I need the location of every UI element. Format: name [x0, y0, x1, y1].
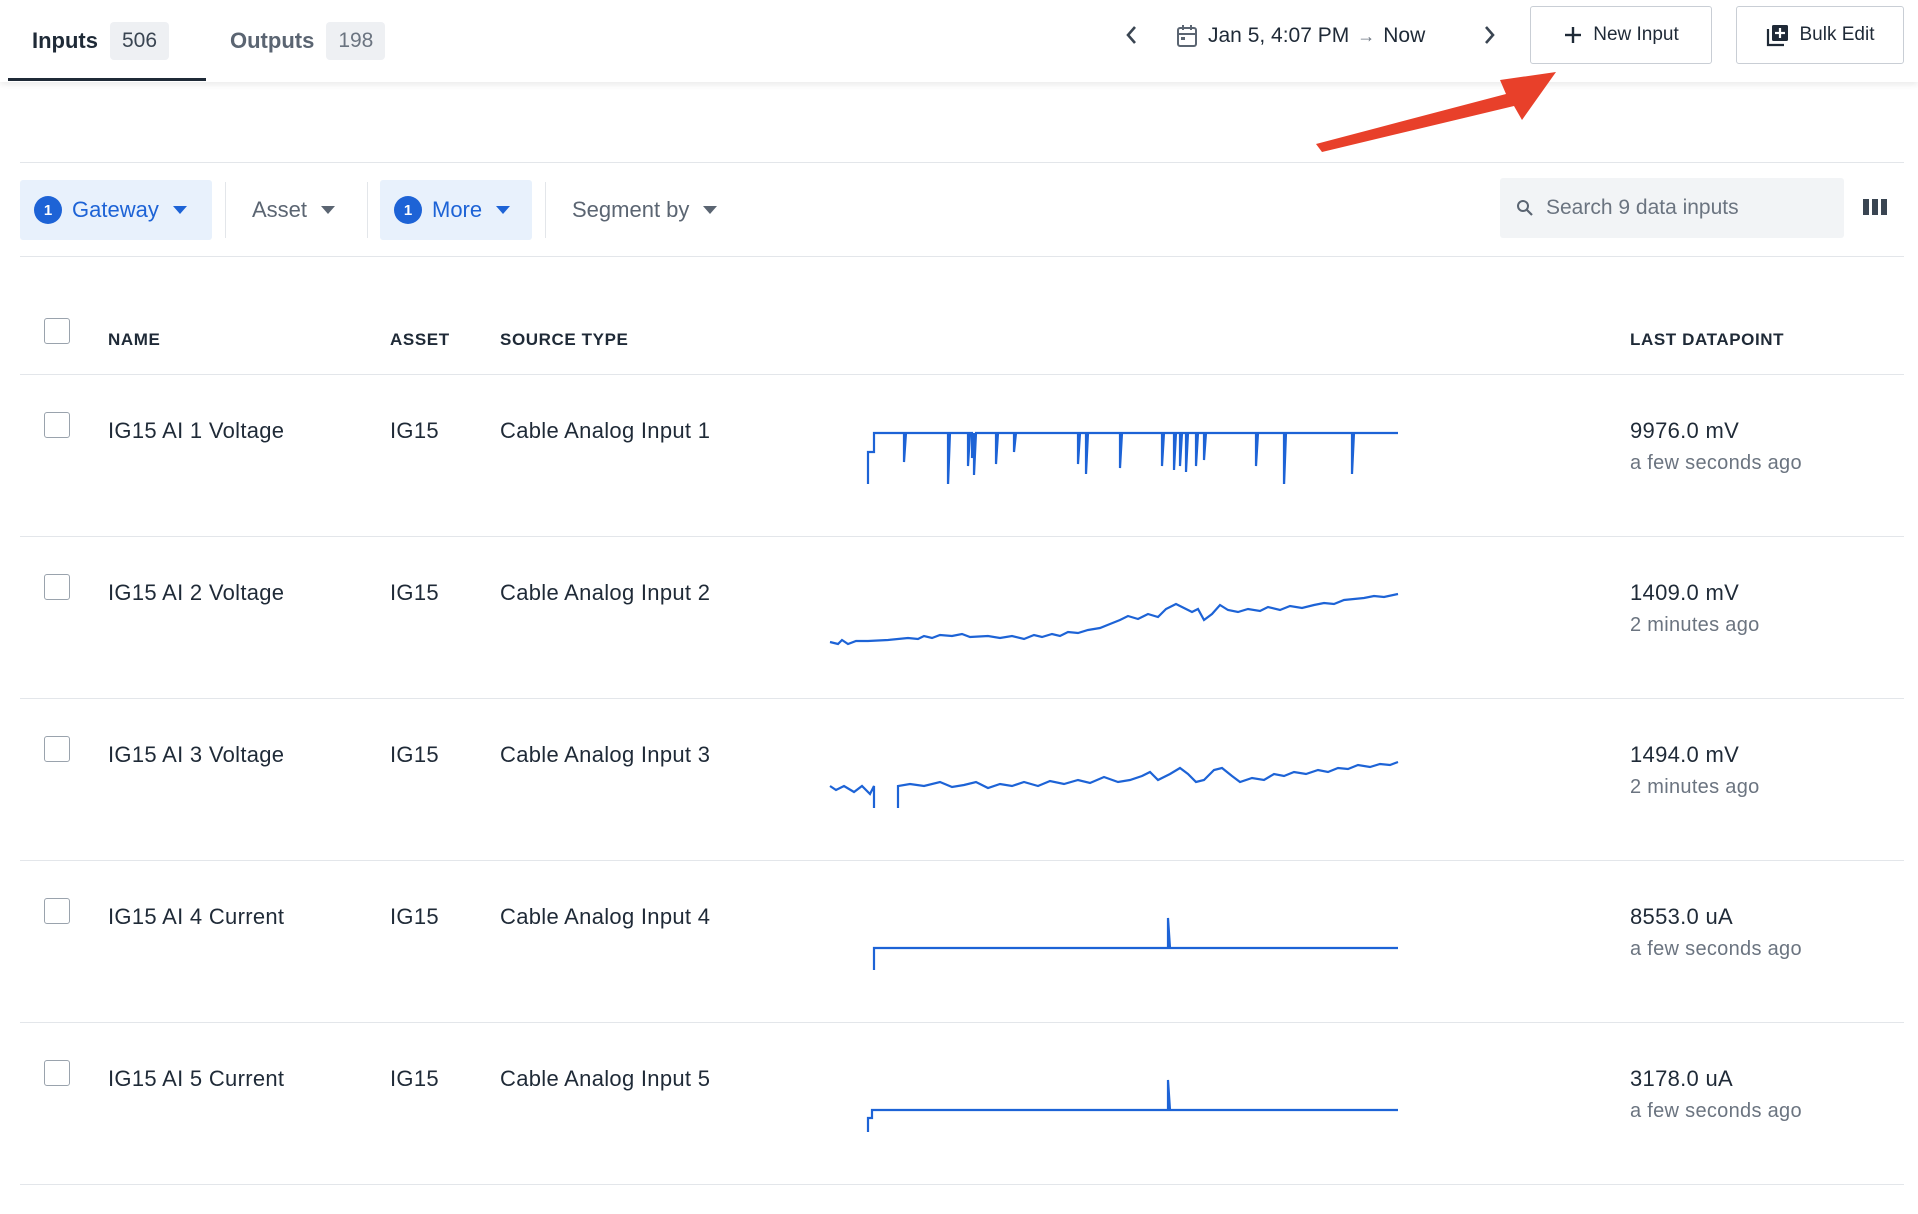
- row-last-time: 2 minutes ago: [1630, 776, 1760, 798]
- row-name[interactable]: IG15 AI 5 Current: [108, 1066, 284, 1092]
- columns-icon[interactable]: [1862, 196, 1888, 218]
- tab-inputs-label: Inputs: [32, 28, 98, 53]
- more-filter-badge: 1: [394, 196, 422, 224]
- sparkline-chart: [866, 431, 1398, 484]
- caret-down-icon: [321, 206, 336, 214]
- row-source-type: Cable Analog Input 2: [500, 580, 711, 605]
- row-name[interactable]: IG15 AI 1 Voltage: [108, 418, 284, 444]
- row-checkbox[interactable]: [44, 898, 70, 924]
- row-asset: IG15: [390, 580, 439, 605]
- tab-inputs-count: 506: [110, 22, 170, 60]
- column-header-source-type[interactable]: SOURCE TYPE: [500, 330, 628, 350]
- date-range-end: Now: [1383, 24, 1426, 47]
- divider: [367, 182, 368, 238]
- row-source-type: Cable Analog Input 5: [500, 1066, 711, 1091]
- previous-range-button[interactable]: [1115, 18, 1149, 52]
- more-filter-label: More: [432, 197, 483, 222]
- arrow-right-icon: →: [1357, 25, 1376, 46]
- divider: [20, 162, 1904, 163]
- table-row[interactable]: IG15 AI 5 Current IG15 Cable Analog Inpu…: [0, 1024, 1918, 1186]
- asset-filter-label: Asset: [252, 197, 308, 222]
- select-all-checkbox[interactable]: [44, 318, 70, 344]
- table-row[interactable]: IG15 AI 1 Voltage IG15 Cable Analog Inpu…: [0, 376, 1918, 538]
- tab-outputs[interactable]: Outputs 198: [230, 0, 386, 82]
- search-icon: [1517, 200, 1533, 216]
- row-asset: IG15: [390, 742, 439, 767]
- divider: [20, 374, 1904, 375]
- table-row[interactable]: IG15 AI 3 Voltage IG15 Cable Analog Inpu…: [0, 700, 1918, 862]
- row-source-type: Cable Analog Input 4: [500, 904, 711, 929]
- row-last-time: a few seconds ago: [1630, 452, 1802, 474]
- table-row[interactable]: IG15 AI 4 Current IG15 Cable Analog Inpu…: [0, 862, 1918, 1024]
- top-bar: Inputs 506 Outputs 198 Jan 5, 4:07 PM → …: [0, 0, 1918, 82]
- tab-outputs-count: 198: [326, 22, 386, 60]
- search-box[interactable]: [1500, 178, 1844, 238]
- row-name[interactable]: IG15 AI 4 Current: [108, 904, 284, 930]
- column-header-last-datapoint[interactable]: LAST DATAPOINT: [1630, 330, 1784, 350]
- row-last-value: 8553.0 uA: [1630, 904, 1734, 929]
- active-tab-indicator: [8, 78, 206, 81]
- search-input[interactable]: [1546, 196, 1826, 220]
- row-checkbox[interactable]: [44, 1060, 70, 1086]
- segment-by-filter[interactable]: Segment by: [558, 180, 731, 240]
- bulk-edit-button[interactable]: Bulk Edit: [1736, 6, 1904, 64]
- divider: [20, 1184, 1904, 1185]
- row-name[interactable]: IG15 AI 2 Voltage: [108, 580, 284, 606]
- calendar-icon: [1177, 25, 1197, 47]
- row-last-value: 1494.0 mV: [1630, 742, 1740, 767]
- row-last-time: 2 minutes ago: [1630, 614, 1760, 636]
- row-last-value: 3178.0 uA: [1630, 1066, 1734, 1091]
- row-asset: IG15: [390, 1066, 439, 1091]
- row-checkbox[interactable]: [44, 574, 70, 600]
- row-checkbox[interactable]: [44, 412, 70, 438]
- bulk-edit-icon: [1766, 25, 1788, 47]
- chevron-right-icon: [1485, 26, 1495, 44]
- gateway-filter-label: Gateway: [72, 197, 159, 222]
- next-range-button[interactable]: [1472, 18, 1506, 52]
- caret-down-icon: [172, 206, 187, 214]
- caret-down-icon: [496, 206, 511, 214]
- tab-outputs-label: Outputs: [230, 28, 315, 53]
- gateway-filter-badge: 1: [34, 196, 62, 224]
- caret-down-icon: [703, 206, 718, 214]
- more-filter[interactable]: 1 More: [380, 180, 532, 240]
- chevron-left-icon: [1126, 26, 1136, 44]
- divider: [20, 536, 1904, 537]
- column-header-asset[interactable]: ASSET: [390, 330, 450, 350]
- row-last-time: a few seconds ago: [1630, 1100, 1802, 1122]
- row-last-value: 9976.0 mV: [1630, 418, 1740, 443]
- sparkline-chart: [829, 592, 1399, 646]
- sparkline-chart: [866, 1079, 1398, 1132]
- new-input-label: New Input: [1593, 24, 1679, 45]
- row-source-type: Cable Analog Input 1: [500, 418, 711, 443]
- row-asset: IG15: [390, 904, 439, 929]
- column-header-name[interactable]: NAME: [108, 330, 160, 350]
- bulk-edit-label: Bulk Edit: [1799, 24, 1875, 45]
- divider: [545, 182, 546, 238]
- divider: [20, 860, 1904, 861]
- row-source-type: Cable Analog Input 3: [500, 742, 711, 767]
- row-last-time: a few seconds ago: [1630, 938, 1802, 960]
- row-asset: IG15: [390, 418, 439, 443]
- asset-filter[interactable]: Asset: [238, 180, 349, 240]
- row-last-value: 1409.0 mV: [1630, 580, 1740, 605]
- date-range-picker[interactable]: Jan 5, 4:07 PM → Now: [1176, 18, 1425, 54]
- divider: [20, 698, 1904, 699]
- divider: [225, 182, 226, 238]
- annotation-arrow-icon: [1316, 72, 1556, 152]
- divider: [20, 256, 1904, 257]
- table-row[interactable]: IG15 AI 2 Voltage IG15 Cable Analog Inpu…: [0, 538, 1918, 700]
- new-input-button[interactable]: New Input: [1530, 6, 1712, 64]
- sparkline-chart: [872, 917, 1398, 970]
- date-range-start: Jan 5, 4:07 PM: [1208, 24, 1350, 47]
- divider: [20, 1022, 1904, 1023]
- row-name[interactable]: IG15 AI 3 Voltage: [108, 742, 284, 768]
- gateway-filter[interactable]: 1 Gateway: [20, 180, 212, 240]
- plus-icon: [1565, 27, 1582, 43]
- tab-inputs[interactable]: Inputs 506: [32, 0, 170, 82]
- segment-by-label: Segment by: [572, 197, 690, 222]
- sparkline-chart: [829, 760, 1399, 808]
- row-checkbox[interactable]: [44, 736, 70, 762]
